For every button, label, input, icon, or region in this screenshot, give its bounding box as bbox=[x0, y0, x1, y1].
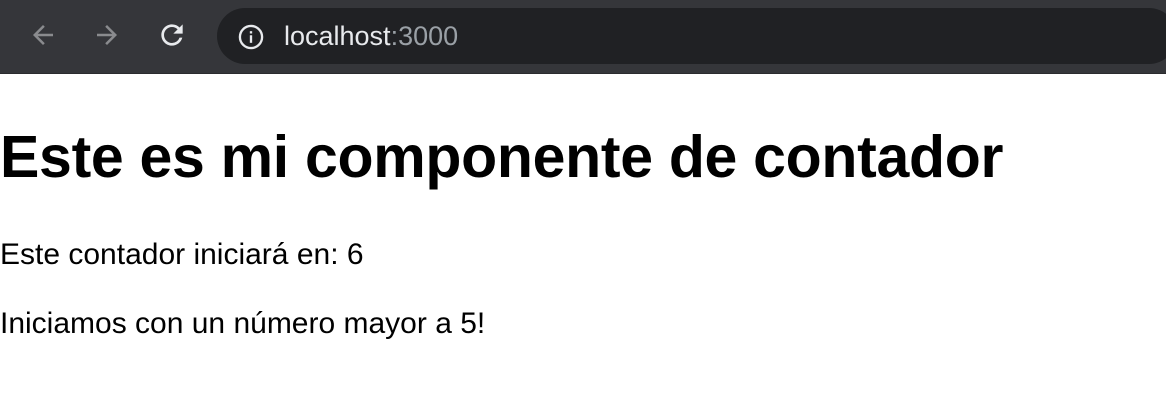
message-text: Iniciamos con un número mayor a 5! bbox=[0, 307, 486, 340]
reload-icon bbox=[156, 19, 188, 51]
page-title: Este es mi componente de contador bbox=[0, 124, 1004, 190]
arrow-right-icon bbox=[92, 20, 122, 50]
url-text[interactable]: localhost:3000 bbox=[284, 21, 458, 51]
counter-text: Este contador iniciará en: 6 bbox=[0, 238, 364, 271]
url-port: :3000 bbox=[390, 21, 459, 51]
browser-toolbar: localhost:3000 bbox=[0, 0, 1166, 74]
back-button[interactable] bbox=[25, 17, 61, 53]
url-host: localhost bbox=[284, 21, 391, 51]
arrow-left-icon bbox=[28, 20, 58, 50]
info-circle-icon[interactable] bbox=[237, 23, 265, 51]
reload-button[interactable] bbox=[154, 17, 190, 53]
address-bar[interactable]: localhost:3000 bbox=[217, 8, 1166, 64]
forward-button[interactable] bbox=[89, 17, 125, 53]
